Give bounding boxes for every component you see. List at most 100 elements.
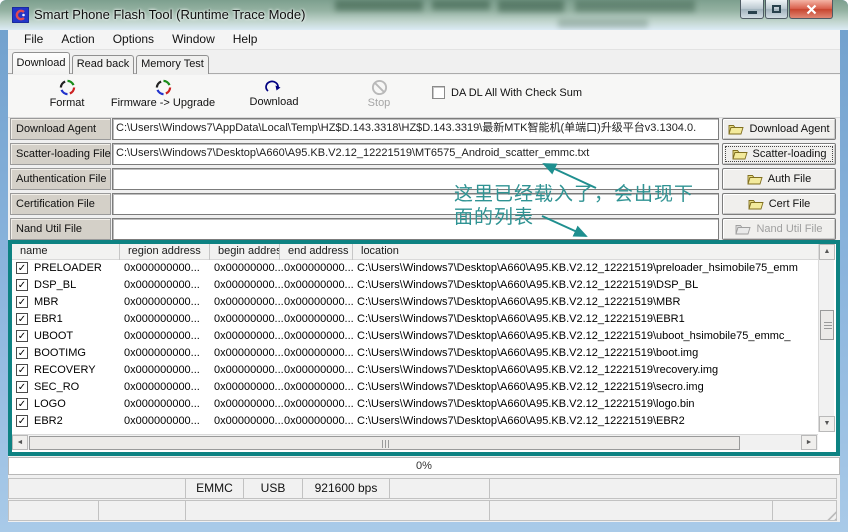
scatter-file-input[interactable]: C:\Users\Windows7\Desktop\A660\A95.KB.V2… (112, 143, 719, 165)
download-button[interactable]: Download (234, 79, 314, 108)
vertical-scrollbar[interactable]: ▲ ▼ (818, 244, 834, 432)
menu-action[interactable]: Action (52, 30, 103, 49)
tab-download[interactable]: Download (12, 52, 70, 74)
row-begin-address: 0x00000000... (214, 379, 284, 396)
firmware-upgrade-button[interactable]: Firmware -> Upgrade (103, 79, 223, 109)
row-checkbox[interactable]: ✓ (16, 279, 28, 291)
status-cell-empty (185, 500, 490, 521)
title-bar: Smart Phone Flash Tool (Runtime Trace Mo… (0, 0, 848, 30)
toolbar: Format Firmware -> Upgrade Download (8, 75, 840, 118)
row-checkbox[interactable]: ✓ (16, 296, 28, 308)
format-button[interactable]: Format (26, 79, 108, 109)
minimize-button[interactable] (740, 0, 764, 19)
table-row[interactable]: ✓MBR0x000000000...0x00000000...0x0000000… (12, 294, 818, 311)
row-checkbox[interactable]: ✓ (16, 381, 28, 393)
download-agent-input[interactable]: C:\Users\Windows7\AppData\Local\Temp\HZ$… (112, 118, 719, 140)
row-region-address: 0x000000000... (124, 362, 200, 379)
close-button[interactable] (789, 0, 833, 19)
maximize-button[interactable] (765, 0, 788, 19)
table-row[interactable]: ✓UBOOT0x000000000...0x00000000...0x00000… (12, 328, 818, 345)
scroll-left-icon[interactable]: ◄ (12, 435, 28, 450)
table-row[interactable]: ✓SEC_RO0x000000000...0x00000000...0x0000… (12, 379, 818, 396)
column-location[interactable]: location (353, 244, 818, 260)
close-icon (806, 4, 817, 15)
download-icon (265, 79, 283, 95)
row-location: C:\Users\Windows7\Desktop\A660\A95.KB.V2… (357, 345, 816, 362)
row-location: C:\Users\Windows7\Desktop\A660\A95.KB.V2… (357, 294, 816, 311)
row-checkbox[interactable]: ✓ (16, 262, 28, 274)
cert-file-button[interactable]: Cert File (722, 193, 836, 215)
row-checkbox[interactable]: ✓ (16, 398, 28, 410)
folder-icon (735, 223, 751, 235)
row-end-address: 0x00000000... (284, 294, 354, 311)
maximize-icon (772, 5, 781, 13)
status-cell-empty (8, 478, 186, 499)
table-row[interactable]: ✓DSP_BL0x000000000...0x00000000...0x0000… (12, 277, 818, 294)
scatter-loading-button[interactable]: Scatter-loading (722, 143, 836, 165)
cert-file-label: Certification File (10, 193, 111, 215)
vertical-scroll-thumb[interactable] (820, 310, 834, 340)
scroll-down-icon[interactable]: ▼ (819, 416, 835, 432)
row-end-address: 0x00000000... (284, 277, 354, 294)
row-name: RECOVERY (34, 362, 120, 379)
table-row[interactable]: ✓RECOVERY0x000000000...0x00000000...0x00… (12, 362, 818, 379)
menu-help[interactable]: Help (224, 30, 267, 49)
table-row[interactable]: ✓EBR10x000000000...0x00000000...0x000000… (12, 311, 818, 328)
folder-icon (748, 198, 764, 210)
row-checkbox[interactable]: ✓ (16, 330, 28, 342)
menu-file[interactable]: File (15, 30, 52, 49)
row-end-address: 0x00000000... (284, 328, 354, 345)
row-checkbox[interactable]: ✓ (16, 415, 28, 427)
checksum-checkbox[interactable] (432, 86, 445, 99)
table-rows: ✓PRELOADER0x000000000...0x00000000...0x0… (12, 260, 818, 430)
scroll-right-icon[interactable]: ► (801, 435, 817, 450)
row-location: C:\Users\Windows7\Desktop\A660\A95.KB.V2… (357, 311, 816, 328)
folder-icon (747, 173, 763, 185)
column-end-address[interactable]: end address (280, 244, 353, 260)
horizontal-scrollbar[interactable]: ◄ ► (12, 434, 818, 450)
row-name: MBR (34, 294, 120, 311)
row-end-address: 0x00000000... (284, 260, 354, 277)
glass-reflection (575, 0, 695, 12)
row-name: LOGO (34, 396, 120, 413)
minimize-icon (748, 11, 757, 14)
table-row[interactable]: ✓EBR20x000000000...0x00000000...0x000000… (12, 413, 818, 430)
status-cell-empty (389, 478, 490, 499)
checksum-option: DA DL All With Check Sum (432, 86, 582, 99)
glass-reflection (432, 0, 490, 10)
folder-icon (728, 123, 744, 135)
tab-read-back[interactable]: Read back (72, 55, 134, 74)
horizontal-scroll-thumb[interactable] (29, 436, 740, 450)
tab-memory-test[interactable]: Memory Test (136, 55, 209, 74)
row-end-address: 0x00000000... (284, 311, 354, 328)
menu-window[interactable]: Window (163, 30, 224, 49)
row-name: BOOTIMG (34, 345, 120, 362)
download-agent-label: Download Agent (10, 118, 111, 140)
scatter-loading-button-label: Scatter-loading (753, 148, 827, 160)
row-begin-address: 0x00000000... (214, 277, 284, 294)
scroll-up-icon[interactable]: ▲ (819, 244, 835, 260)
client-area: File Action Options Window Help Download… (8, 30, 840, 522)
table-row[interactable]: ✓BOOTIMG0x000000000...0x00000000...0x000… (12, 345, 818, 362)
download-agent-button[interactable]: Download Agent (722, 118, 836, 140)
checksum-label: DA DL All With Check Sum (451, 87, 582, 99)
status-cell-port: USB (243, 478, 303, 499)
cert-file-button-label: Cert File (769, 198, 811, 210)
table-row[interactable]: ✓PRELOADER0x000000000...0x00000000...0x0… (12, 260, 818, 277)
nand-util-button-label: Nand Util File (756, 223, 822, 235)
row-checkbox[interactable]: ✓ (16, 347, 28, 359)
row-name: UBOOT (34, 328, 120, 345)
row-name: EBR2 (34, 413, 120, 430)
menu-options[interactable]: Options (104, 30, 163, 49)
column-name[interactable]: name (12, 244, 120, 260)
row-name: EBR1 (34, 311, 120, 328)
auth-file-button[interactable]: Auth File (722, 168, 836, 190)
row-begin-address: 0x00000000... (214, 396, 284, 413)
status-cell-baudrate: 921600 bps (302, 478, 390, 499)
column-region-address[interactable]: region address (120, 244, 210, 260)
row-checkbox[interactable]: ✓ (16, 313, 28, 325)
row-checkbox[interactable]: ✓ (16, 364, 28, 376)
column-begin-address[interactable]: begin address (210, 244, 280, 260)
row-end-address: 0x00000000... (284, 379, 354, 396)
table-row[interactable]: ✓LOGO0x000000000...0x00000000...0x000000… (12, 396, 818, 413)
